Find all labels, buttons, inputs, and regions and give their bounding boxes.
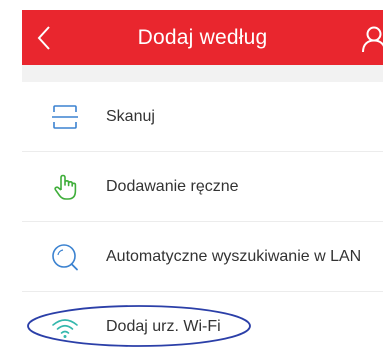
- menu-item-scan[interactable]: Skanuj: [22, 82, 383, 152]
- top-bar: Dodaj według: [22, 10, 383, 65]
- menu-item-label: Automatyczne wyszukiwanie w LAN: [106, 248, 362, 265]
- user-icon[interactable]: [360, 26, 383, 52]
- menu-item-lan-search[interactable]: Automatyczne wyszukiwanie w LAN: [22, 222, 383, 292]
- search-icon: [52, 244, 78, 271]
- app-screen: Dodaj według Skanuj Dodawanie ręczne Aut…: [0, 0, 383, 350]
- hand-pointer-icon: [54, 174, 77, 200]
- menu-item-label: Skanuj: [106, 108, 155, 125]
- section-divider: [22, 65, 383, 82]
- menu-item-add-wifi-device[interactable]: Dodaj urz. Wi-Fi: [22, 292, 383, 350]
- wifi-icon: [52, 319, 78, 338]
- menu-item-label: Dodaj urz. Wi-Fi: [106, 318, 221, 335]
- left-margin: [0, 0, 22, 350]
- menu-item-label: Dodawanie ręczne: [106, 178, 239, 195]
- add-method-list: Skanuj Dodawanie ręczne Automatyczne wys…: [22, 82, 383, 350]
- page-title: Dodaj według: [137, 26, 268, 49]
- scan-icon: [52, 105, 78, 129]
- menu-item-manual-add[interactable]: Dodawanie ręczne: [22, 152, 383, 222]
